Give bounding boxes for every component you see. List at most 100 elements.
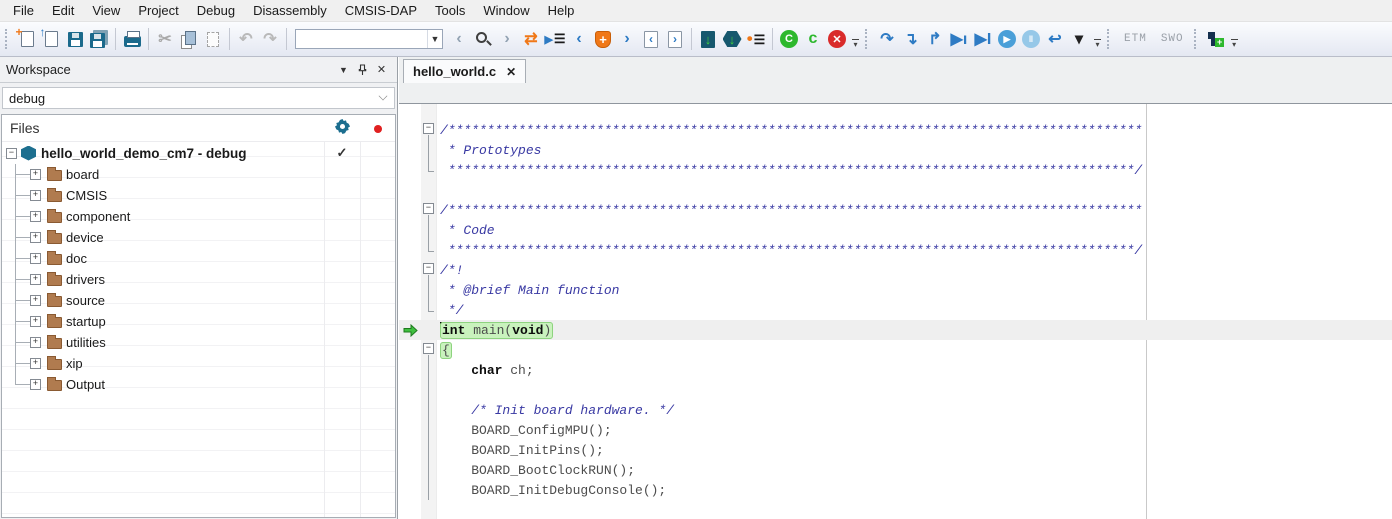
tree-row-output[interactable]: +Output: [2, 374, 395, 395]
tree-row-source[interactable]: +source: [2, 290, 395, 311]
toggle-source-header-icon[interactable]: ⇄: [519, 27, 543, 51]
fold-collapse-box[interactable]: −: [421, 260, 437, 280]
code-line[interactable]: ****************************************…: [399, 240, 1392, 260]
expand-icon[interactable]: +: [30, 379, 41, 390]
code-line[interactable]: BOARD_InitPins();: [399, 440, 1392, 460]
tab-hello-world-c[interactable]: hello_world.c ✕: [403, 59, 526, 83]
code-line[interactable]: [399, 380, 1392, 400]
breakpoint-gutter[interactable]: [399, 200, 421, 220]
code-line[interactable]: * Prototypes: [399, 140, 1392, 160]
code-line[interactable]: BOARD_BootClockRUN();: [399, 460, 1392, 480]
next-bookmark-icon[interactable]: ›: [615, 27, 639, 51]
toolbar-grip[interactable]: [5, 29, 10, 49]
toggle-bookmark-icon[interactable]: +: [591, 27, 615, 51]
breakpoint-gutter[interactable]: [399, 460, 421, 480]
paste-icon[interactable]: [201, 27, 225, 51]
step-over-icon[interactable]: ↷: [875, 27, 899, 51]
breakpoint-gutter[interactable]: [399, 360, 421, 380]
code-line[interactable]: ****************************************…: [399, 160, 1392, 180]
code-line[interactable]: * Code: [399, 220, 1392, 240]
tree-row-doc[interactable]: +doc: [2, 248, 395, 269]
code-line[interactable]: −/**************************************…: [399, 200, 1392, 220]
stop-debugging-icon[interactable]: ↩: [1043, 27, 1067, 51]
breakpoint-gutter[interactable]: [399, 160, 421, 180]
code-line[interactable]: char ch;: [399, 360, 1392, 380]
menu-item-window[interactable]: Window: [474, 1, 538, 20]
collapse-icon[interactable]: −: [6, 148, 17, 159]
menu-item-debug[interactable]: Debug: [188, 1, 244, 20]
swo-button[interactable]: SWO: [1154, 30, 1191, 48]
go-to-next-statement-icon[interactable]: ▶: [543, 27, 567, 51]
project-root-row[interactable]: − hello_world_demo_cm7 - debug ✓: [2, 142, 395, 164]
breakpoint-gutter[interactable]: [399, 220, 421, 240]
quick-search-combo[interactable]: ▼: [295, 29, 443, 49]
pin-icon[interactable]: [353, 61, 372, 79]
step-into-icon[interactable]: ↴: [899, 27, 923, 51]
expand-icon[interactable]: +: [30, 358, 41, 369]
expand-icon[interactable]: +: [30, 169, 41, 180]
panel-menu-dropdown-icon[interactable]: ▼: [334, 61, 353, 79]
redo-icon[interactable]: ↷: [258, 27, 282, 51]
expand-icon[interactable]: +: [30, 274, 41, 285]
download-flash-icon[interactable]: ↓: [720, 27, 744, 51]
menu-item-project[interactable]: Project: [129, 1, 187, 20]
download-application-icon[interactable]: ↓: [696, 27, 720, 51]
nav-back-icon[interactable]: ‹: [447, 27, 471, 51]
expand-icon[interactable]: +: [30, 232, 41, 243]
copy-icon[interactable]: [177, 27, 201, 51]
code-line[interactable]: * @brief Main function: [399, 280, 1392, 300]
save-all-icon[interactable]: [87, 27, 111, 51]
undo-icon[interactable]: ↶: [234, 27, 258, 51]
fold-collapse-box[interactable]: −: [421, 120, 437, 140]
menu-item-cmsis-dap[interactable]: CMSIS-DAP: [336, 1, 426, 20]
code-editor[interactable]: −/**************************************…: [399, 104, 1392, 519]
breakpoint-gutter[interactable]: [399, 340, 421, 360]
menu-item-disassembly[interactable]: Disassembly: [244, 1, 336, 20]
stop-icon[interactable]: ✕: [825, 27, 849, 51]
fold-collapse-box[interactable]: −: [421, 340, 437, 360]
close-panel-icon[interactable]: ✕: [372, 61, 391, 79]
code-line[interactable]: BOARD_InitDebugConsole();: [399, 480, 1392, 500]
cstat-analyze-icon[interactable]: c: [801, 27, 825, 51]
nav-forward-icon[interactable]: ›: [495, 27, 519, 51]
next-file-icon[interactable]: ›: [663, 27, 687, 51]
breakpoint-gutter[interactable]: [399, 120, 421, 140]
tree-row-xip[interactable]: +xip: [2, 353, 395, 374]
breakpoint-gutter[interactable]: [399, 240, 421, 260]
breakpoint-gutter[interactable]: [399, 400, 421, 420]
fold-collapse-box[interactable]: −: [421, 200, 437, 220]
step-out-icon[interactable]: ↱: [923, 27, 947, 51]
expand-icon[interactable]: +: [30, 337, 41, 348]
toolbar-overflow-icon[interactable]: ▾: [849, 27, 862, 51]
tree-row-drivers[interactable]: +drivers: [2, 269, 395, 290]
trace-toolbar-overflow-icon[interactable]: ▾: [1228, 27, 1241, 51]
code-line[interactable]: −{: [399, 340, 1392, 360]
break-icon[interactable]: ‖: [1019, 27, 1043, 51]
breakpoint-gutter[interactable]: [399, 140, 421, 160]
expand-icon[interactable]: +: [30, 211, 41, 222]
code-line[interactable]: /* Init board hardware. */: [399, 400, 1392, 420]
collapse-icon[interactable]: −: [423, 263, 434, 274]
menu-item-edit[interactable]: Edit: [43, 1, 83, 20]
menu-item-file[interactable]: File: [4, 1, 43, 20]
previous-bookmark-icon[interactable]: ‹: [567, 27, 591, 51]
toolbar-grip[interactable]: [1107, 29, 1112, 49]
reset-icon[interactable]: C: [777, 27, 801, 51]
next-statement-icon[interactable]: ▶ı: [947, 27, 971, 51]
tree-row-device[interactable]: +device: [2, 227, 395, 248]
collapse-icon[interactable]: −: [423, 123, 434, 134]
current-pc-arrow-icon[interactable]: [399, 320, 421, 340]
close-tab-icon[interactable]: ✕: [506, 65, 516, 79]
breakpoint-gutter[interactable]: [399, 440, 421, 460]
expand-icon[interactable]: +: [30, 295, 41, 306]
expand-icon[interactable]: +: [30, 253, 41, 264]
swo-configuration-icon[interactable]: +: [1204, 27, 1228, 51]
etm-button[interactable]: ETM: [1117, 30, 1154, 48]
code-line[interactable]: int main(void): [399, 320, 1392, 340]
tree-row-startup[interactable]: +startup: [2, 311, 395, 332]
tree-row-utilities[interactable]: +utilities: [2, 332, 395, 353]
tree-row-cmsis[interactable]: +CMSIS: [2, 185, 395, 206]
tree-row-component[interactable]: +component: [2, 206, 395, 227]
expand-icon[interactable]: +: [30, 316, 41, 327]
menu-item-tools[interactable]: Tools: [426, 1, 474, 20]
